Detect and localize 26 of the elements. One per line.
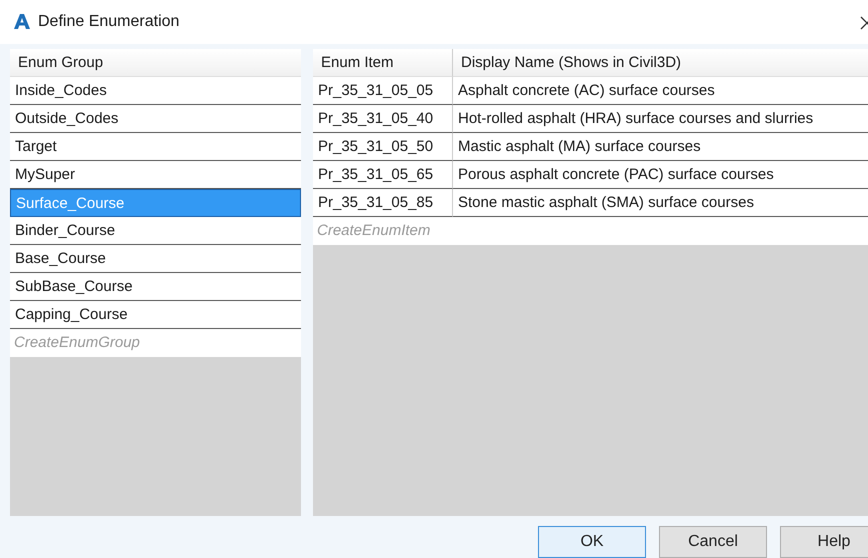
- table-cell: Asphalt concrete (AC) surface courses: [453, 77, 868, 105]
- table-cell: Hot-rolled asphalt (HRA) surface courses and slurries: [453, 105, 868, 133]
- column-header: Enum Item: [313, 49, 453, 77]
- app-logo-icon: [14, 13, 30, 31]
- table-cell: Pr_35_31_05_65: [313, 161, 453, 189]
- table-cell: Porous asphalt concrete (PAC) surface courses: [453, 161, 868, 189]
- table-cell: Stone mastic asphalt (SMA) surface courses: [453, 189, 868, 217]
- column-header: Display Name (Shows in Civil3D): [453, 49, 868, 77]
- list-item[interactable]: MySuper: [10, 161, 301, 189]
- window-title: Define Enumeration: [38, 13, 180, 31]
- list-item[interactable]: Target: [10, 133, 301, 161]
- table-cell: Mastic asphalt (MA) surface courses: [453, 133, 868, 161]
- list-item[interactable]: Base_Course: [10, 245, 301, 273]
- table-cell: Pr_35_31_05_85: [313, 189, 453, 217]
- list-item[interactable]: Inside_Codes: [10, 77, 301, 105]
- column-header: Enum Group: [10, 49, 301, 77]
- dialog-button[interactable]: OK: [538, 526, 646, 558]
- dialog-button[interactable]: Cancel: [659, 526, 767, 558]
- list-item[interactable]: Capping_Course: [10, 301, 301, 329]
- list-item[interactable]: Binder_Course: [10, 217, 301, 245]
- table-cell: Pr_35_31_05_40: [313, 105, 453, 133]
- table-cell: Pr_35_31_05_50: [313, 133, 453, 161]
- dialog-button[interactable]: Help: [780, 526, 868, 558]
- list-item[interactable]: Outside_Codes: [10, 105, 301, 133]
- list-item[interactable]: SubBase_Course: [10, 273, 301, 301]
- table-cell: Pr_35_31_05_05: [313, 77, 453, 105]
